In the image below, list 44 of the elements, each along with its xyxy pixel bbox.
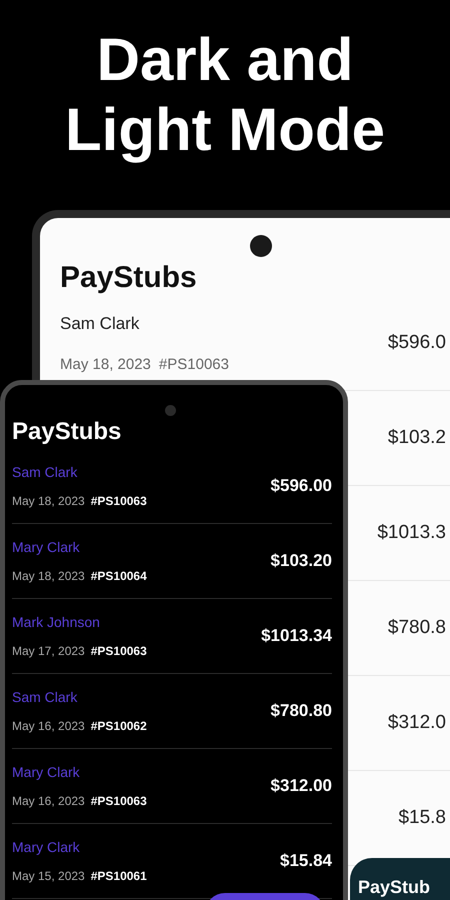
employee-name: Mary Clark — [12, 839, 81, 855]
paystub-date: May 18, 2023 — [12, 494, 85, 508]
paystub-row[interactable]: Mark Johnson May 17, 2023 #PS10063 $1013.34 — [12, 599, 332, 674]
app-title: PayStubs — [12, 417, 122, 447]
paystub-date: May 16, 2023 — [12, 794, 85, 808]
paystub-amount: $15.8 — [398, 807, 447, 829]
paystub-row[interactable]: Mary Clark May 16, 2023 #PS10063 $312.00 — [12, 749, 332, 824]
headline: Dark and Light Mode — [64, 25, 386, 165]
paystub-amount: $312.00 — [270, 776, 332, 796]
camera-icon — [250, 235, 272, 257]
paystub-id: #PS10063 — [90, 644, 147, 658]
employee-name: Mary Clark — [12, 764, 81, 780]
camera-icon — [165, 405, 176, 416]
paystub-row[interactable]: Mary Clark May 18, 2023 #PS10064 $103.20 — [12, 524, 332, 599]
paystub-amount: $15.84 — [280, 851, 332, 871]
paystub-date: May 18, 2023 — [12, 569, 85, 583]
paystub-id: #PS10063 — [158, 356, 229, 372]
paystub-id: #PS10062 — [90, 719, 147, 733]
paystub-id: #PS10061 — [90, 869, 147, 883]
paystub-amount: $103.2 — [388, 427, 447, 449]
employee-name: Sam Clark — [12, 689, 78, 705]
paystub-date: May 18, 2023 — [60, 356, 151, 372]
employee-name: Mark Johnson — [12, 614, 101, 630]
paystub-id: #PS10063 — [90, 794, 147, 808]
paystub-row[interactable]: Sam Clark May 18, 2023 #PS10063 $596.00 — [12, 449, 332, 524]
employee-name: Mary Clark — [12, 539, 81, 555]
employee-name: Sam Clark — [12, 464, 78, 480]
paystub-row[interactable]: Sam Clark May 16, 2023 #PS10062 $780.80 — [12, 674, 332, 749]
paystub-amount: $780.8 — [388, 617, 447, 639]
paystub-amount: $312.0 — [388, 712, 447, 734]
paystub-date: May 17, 2023 — [12, 644, 85, 658]
paystub-amount: $780.80 — [270, 701, 332, 721]
paystub-date: May 15, 2023 — [12, 869, 85, 883]
paystub-amount: $1013.34 — [261, 626, 332, 646]
paystub-amount: $1013.3 — [377, 522, 447, 544]
employee-name: Sam Clark — [60, 314, 140, 334]
paystub-id: #PS10064 — [90, 569, 147, 583]
paystub-button[interactable]: PayStub — [350, 858, 450, 900]
paystub-date: May 16, 2023 — [12, 719, 85, 733]
paystub-amount: $596.0 — [388, 332, 447, 354]
app-title: PayStubs — [60, 260, 197, 296]
paystub-amount: $103.20 — [270, 551, 332, 571]
paystub-amount: $596.00 — [270, 476, 332, 496]
paystub-id: #PS10063 — [90, 494, 147, 508]
